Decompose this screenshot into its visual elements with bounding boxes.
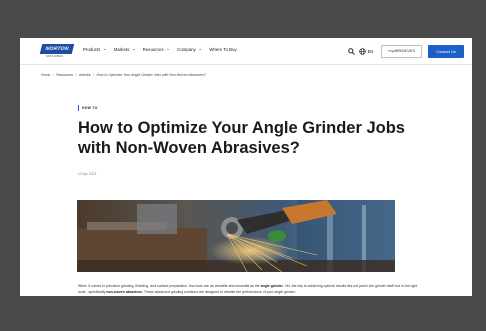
breadcrumb-articles[interactable]: Articles <box>79 73 90 77</box>
chevron-down-icon: ⌄ <box>131 46 136 52</box>
intro-text: When it comes to precision grinding, fin… <box>78 284 261 288</box>
contact-us-button[interactable]: Contact Us <box>428 44 464 58</box>
logo-badge: NORTON <box>39 44 75 54</box>
nav-item-markets[interactable]: Markets ⌄ <box>114 47 136 52</box>
breadcrumb-current: How to Optimize Your Angle Grinder Jobs … <box>96 73 206 77</box>
nav-item-label: Products <box>83 47 101 52</box>
nav-item-label: Company <box>177 47 196 52</box>
nav-item-label: Where To Buy <box>209 47 237 52</box>
breadcrumb-separator: / <box>75 73 77 77</box>
search-icon[interactable] <box>347 47 355 55</box>
browser-page: NORTON SAINT-GOBAIN Products ⌄ Markets ⌄… <box>20 38 472 296</box>
chevron-down-icon: ⌄ <box>198 46 203 52</box>
breadcrumb: Home / Resources / Articles / How to Opt… <box>41 73 206 77</box>
logo-text: NORTON <box>44 46 70 52</box>
nav-item-company[interactable]: Company ⌄ <box>177 47 202 52</box>
nav-item-label: Markets <box>113 47 130 52</box>
intro-bold-text: non-woven abrasives <box>106 290 143 295</box>
logo-subtext: SAINT-GOBAIN <box>46 54 64 58</box>
norton-logo[interactable]: NORTON SAINT-GOBAIN <box>39 44 75 58</box>
hero-image <box>77 200 395 272</box>
chevron-down-icon: ⌄ <box>166 46 171 52</box>
header-actions: EN myABRASIVES Contact Us <box>347 44 464 58</box>
nav-item-where-to-buy[interactable]: Where To Buy <box>209 47 237 52</box>
nav-item-label: Resources <box>142 47 164 52</box>
site-header: NORTON SAINT-GOBAIN Products ⌄ Markets ⌄… <box>20 38 472 65</box>
language-selector[interactable]: EN <box>368 49 374 54</box>
main-nav: Products ⌄ Markets ⌄ Resources ⌄ Company… <box>83 47 244 52</box>
breadcrumb-separator: / <box>93 73 95 77</box>
article-intro: When it comes to precision grinding, fin… <box>78 283 424 296</box>
intro-bold-text: angle grinder <box>260 284 283 288</box>
article-date: 13 Apr 2023 <box>78 172 97 176</box>
globe-icon[interactable] <box>358 47 366 55</box>
breadcrumb-home[interactable]: Home <box>41 73 50 77</box>
chevron-down-icon: ⌄ <box>102 46 107 52</box>
my-abrasives-button[interactable]: myABRASIVES <box>381 44 422 58</box>
nav-item-products[interactable]: Products ⌄ <box>83 47 107 52</box>
breadcrumb-resources[interactable]: Resources <box>56 73 73 77</box>
article-title: How to Optimize Your Angle Grinder Jobs … <box>78 119 405 157</box>
breadcrumb-separator: / <box>52 73 54 77</box>
nav-item-resources[interactable]: Resources ⌄ <box>143 47 170 52</box>
intro-text: . These advanced grinding solutions are … <box>142 290 296 295</box>
category-badge: HOW TO <box>78 105 98 111</box>
